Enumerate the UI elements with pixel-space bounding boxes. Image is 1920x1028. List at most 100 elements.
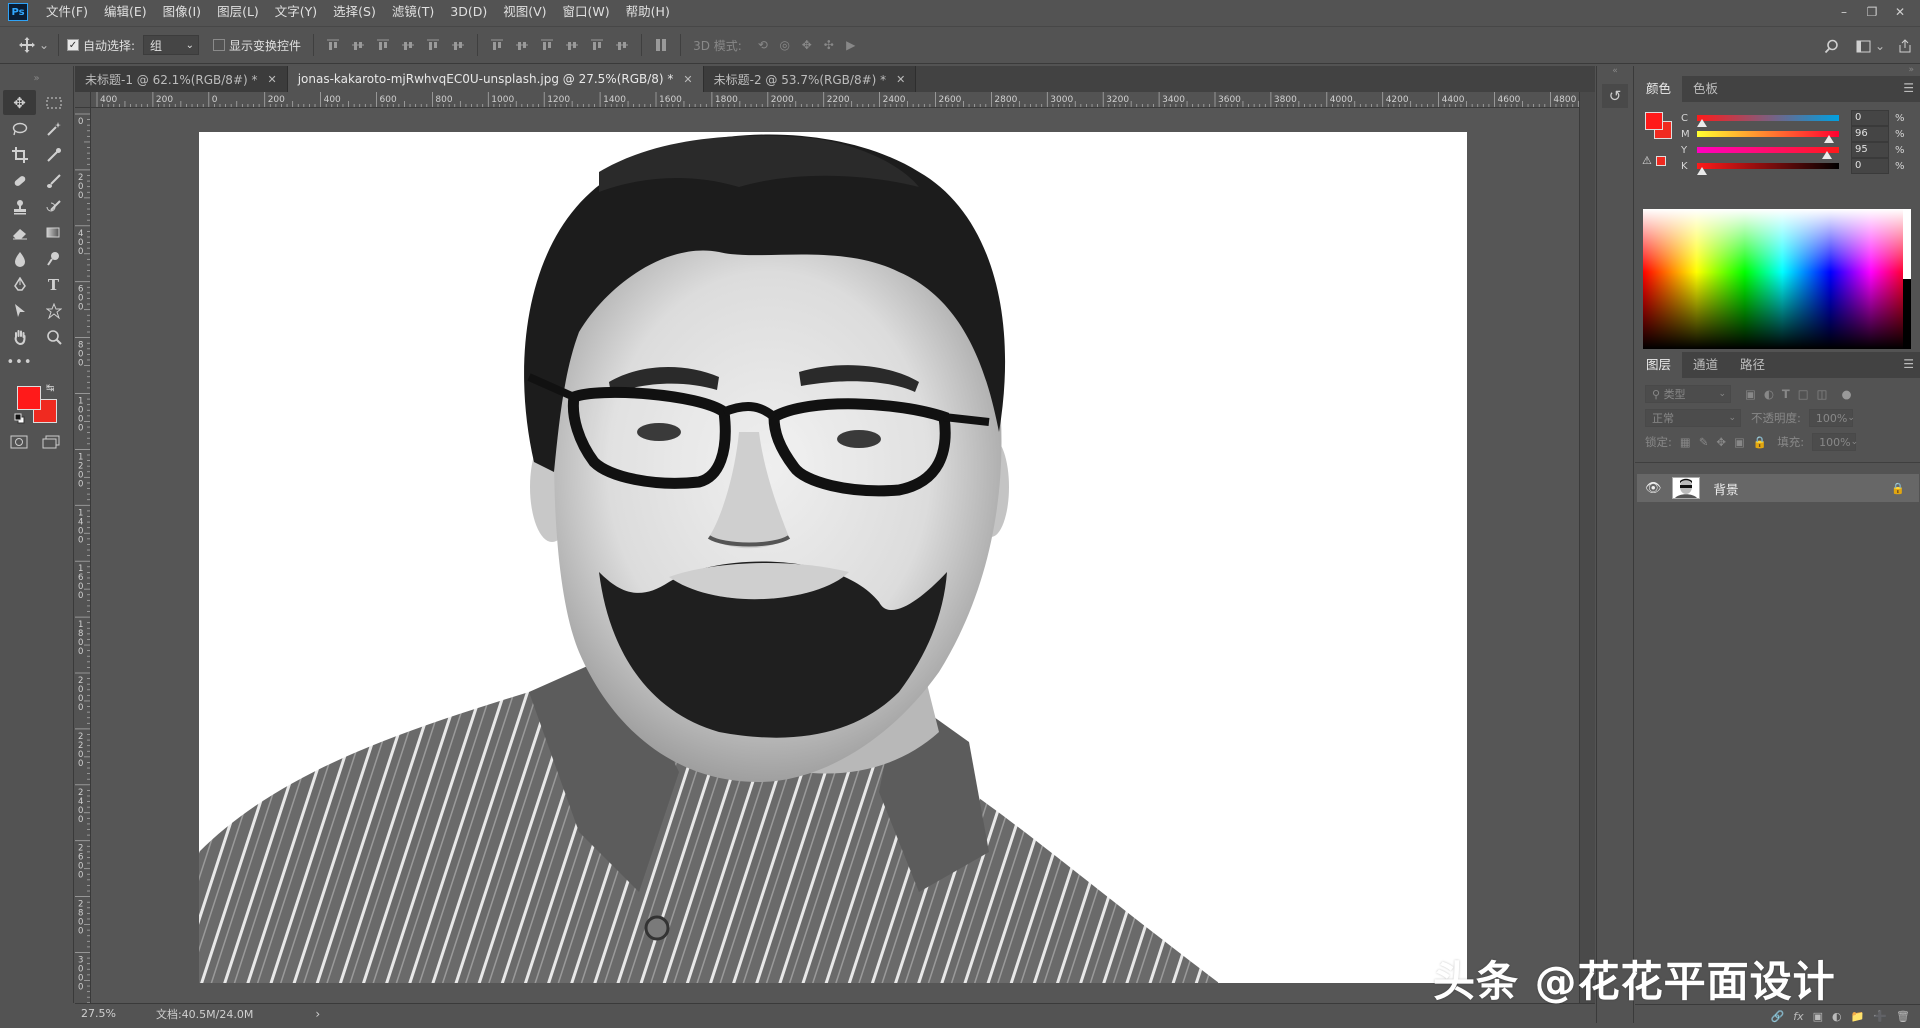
channel-value[interactable]: 0 <box>1851 110 1889 126</box>
workspace-icon[interactable] <box>1852 35 1874 57</box>
panel-tab[interactable]: 路径 <box>1729 352 1776 378</box>
add-mask-icon[interactable]: ▣ <box>1813 1010 1823 1023</box>
auto-select-checkbox[interactable]: ✓ 自动选择: <box>67 37 135 54</box>
align-icon[interactable] <box>422 34 444 56</box>
lock-image-icon[interactable]: ✎ <box>1699 435 1709 449</box>
channel-slider[interactable] <box>1697 115 1839 127</box>
filter-toggle-icon[interactable]: ● <box>1842 387 1852 401</box>
align-icon[interactable] <box>372 34 394 56</box>
gamut-warning[interactable]: ⚠ <box>1642 154 1666 167</box>
lasso-tool-icon[interactable] <box>3 116 36 141</box>
3d-roll-icon[interactable]: ◎ <box>774 34 796 56</box>
collapse-icon[interactable]: » <box>1635 66 1920 76</box>
more-tools-icon[interactable]: ••• <box>3 350 36 375</box>
chevron-down-icon[interactable]: ⌄ <box>1874 35 1886 57</box>
marquee-tool-icon[interactable] <box>37 90 70 115</box>
3d-slide-icon[interactable]: ✣ <box>818 34 840 56</box>
horizontal-ruler[interactable]: 400 200 0 200 400 600 800 1000 1200 1400 1600 1800 2… <box>91 92 1579 108</box>
close-tab-icon[interactable]: ✕ <box>896 73 905 86</box>
new-group-icon[interactable]: 📁 <box>1851 1010 1865 1023</box>
vertical-scrollbar[interactable] <box>1579 92 1595 1003</box>
zoom-tool-icon[interactable] <box>37 324 70 349</box>
lock-icon[interactable]: 🔒 <box>1891 482 1905 495</box>
collapse-icon[interactable]: « <box>1597 66 1633 78</box>
share-icon[interactable] <box>1894 35 1916 57</box>
type-tool-icon[interactable]: T <box>37 272 70 297</box>
document-image[interactable] <box>199 132 1467 983</box>
black-white-strip[interactable] <box>1903 209 1911 349</box>
auto-align-icon[interactable] <box>650 34 672 56</box>
menu-item[interactable]: 视图(V) <box>495 0 554 24</box>
close-icon[interactable]: ✕ <box>1886 2 1914 22</box>
default-colors-icon[interactable] <box>14 413 25 424</box>
fx-icon[interactable]: fx <box>1793 1010 1803 1023</box>
menu-item[interactable]: 编辑(E) <box>96 0 155 24</box>
document-tab[interactable]: 未标题-1 @ 62.1%(RGB/8#) * ✕ <box>75 66 288 92</box>
new-layer-icon[interactable]: ➕ <box>1873 1010 1887 1023</box>
custom-shape-tool-icon[interactable] <box>37 298 70 323</box>
distribute-icon[interactable] <box>586 34 608 56</box>
document-tab[interactable]: jonas-kakaroto-mjRwhvqEC0U-unsplash.jpg … <box>287 66 704 92</box>
dodge-tool-icon[interactable] <box>37 246 70 271</box>
lock-position-icon[interactable]: ✥ <box>1716 435 1726 449</box>
align-icon[interactable] <box>397 34 419 56</box>
gamut-swatch[interactable] <box>1655 155 1666 166</box>
status-menu-arrow[interactable]: › <box>315 1007 320 1021</box>
menu-item[interactable]: 文件(F) <box>38 0 96 24</box>
layer-name[interactable]: 背景 <box>1714 479 1739 498</box>
foreground-color-swatch[interactable] <box>17 386 41 410</box>
clone-stamp-tool-icon[interactable] <box>3 194 36 219</box>
3d-pan-icon[interactable]: ✥ <box>796 34 818 56</box>
filter-shape-icon[interactable]: □ <box>1798 387 1809 401</box>
filter-adjustment-icon[interactable]: ◐ <box>1764 387 1774 401</box>
lock-all-icon[interactable]: 🔒 <box>1753 435 1767 449</box>
filter-type-icon[interactable]: T <box>1782 387 1790 401</box>
menu-item[interactable]: 帮助(H) <box>618 0 678 24</box>
fill-field[interactable]: 100% ⌄ <box>1812 433 1858 451</box>
menu-item[interactable]: 图像(I) <box>155 0 209 24</box>
align-icon[interactable] <box>322 34 344 56</box>
link-layers-icon[interactable]: 🔗 <box>1771 1010 1785 1023</box>
collapse-icon[interactable]: » <box>0 66 73 90</box>
filter-smart-object-icon[interactable]: ◫ <box>1817 387 1828 401</box>
panel-tab[interactable]: 图层 <box>1635 352 1683 378</box>
vertical-ruler[interactable]: 0200400600800100012001400160018002000220… <box>75 108 91 1003</box>
adjustment-layer-icon[interactable]: ◐ <box>1832 1010 1842 1023</box>
path-selection-tool-icon[interactable] <box>3 298 36 323</box>
panel-menu-icon[interactable]: ☰ <box>1903 357 1914 371</box>
channel-value[interactable]: 96 <box>1851 126 1889 142</box>
quick-mask-icon[interactable] <box>10 435 28 452</box>
menu-item[interactable]: 文字(Y) <box>267 0 325 24</box>
pen-tool-icon[interactable] <box>3 272 36 297</box>
document-tab[interactable]: 未标题-2 @ 53.7%(RGB/8#) * ✕ <box>703 66 917 92</box>
magic-wand-tool-icon[interactable] <box>37 116 70 141</box>
eye-icon[interactable]: 👁 <box>1645 481 1662 496</box>
menu-item[interactable]: 选择(S) <box>325 0 384 24</box>
align-icon[interactable] <box>447 34 469 56</box>
lock-transparent-icon[interactable]: ▦ <box>1680 435 1691 449</box>
blur-tool-icon[interactable] <box>3 246 36 271</box>
auto-select-target-dropdown[interactable]: 组 ⌄ <box>143 35 200 55</box>
menu-item[interactable]: 图层(L) <box>209 0 267 24</box>
move-tool-icon[interactable] <box>16 34 38 56</box>
distribute-icon[interactable] <box>536 34 558 56</box>
crop-tool-icon[interactable] <box>3 142 36 167</box>
checkbox-icon[interactable] <box>213 39 226 51</box>
channel-slider[interactable] <box>1697 147 1839 159</box>
search-icon[interactable] <box>1820 35 1842 57</box>
opacity-field[interactable]: 100% ⌄ <box>1808 409 1855 427</box>
channel-slider[interactable] <box>1697 163 1839 175</box>
3d-scale-icon[interactable]: ▶ <box>840 34 862 56</box>
healing-brush-tool-icon[interactable] <box>3 168 36 193</box>
foreground-color-swatch[interactable] <box>1645 112 1663 130</box>
history-brush-tool-icon[interactable] <box>37 194 70 219</box>
minimize-icon[interactable]: – <box>1830 2 1858 22</box>
chevron-down-icon[interactable]: ⌄ <box>38 34 50 56</box>
close-tab-icon[interactable]: ✕ <box>683 73 692 86</box>
distribute-icon[interactable] <box>561 34 583 56</box>
checkbox-icon[interactable]: ✓ <box>67 39 79 51</box>
panel-tab[interactable]: 颜色 <box>1635 76 1683 102</box>
gradient-tool-icon[interactable] <box>37 220 70 245</box>
distribute-icon[interactable] <box>511 34 533 56</box>
canvas-area[interactable] <box>91 108 1579 1003</box>
